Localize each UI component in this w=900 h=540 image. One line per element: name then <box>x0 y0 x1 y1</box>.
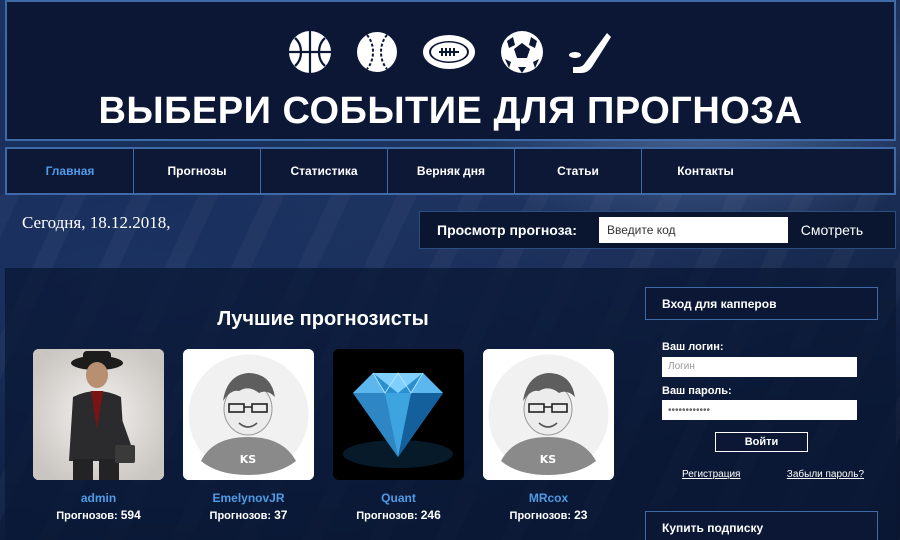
nav-item-predictions[interactable]: Прогнозы <box>134 149 261 193</box>
login-panel-title: Вход для капперов <box>645 287 878 320</box>
count-value: 246 <box>420 508 441 522</box>
login-input[interactable] <box>662 356 857 377</box>
baseball-icon <box>357 32 397 72</box>
forgot-password-link[interactable]: Забыли пароль? <box>787 469 864 480</box>
lookup-code-input[interactable] <box>599 217 788 243</box>
nav-item-home[interactable]: Главная <box>7 149 134 193</box>
nav-item-statistics[interactable]: Статистика <box>261 149 388 193</box>
login-form: Ваш логин: Ваш пароль: Войти <box>662 341 862 452</box>
site-title: ВЫБЕРИ СОБЫТИЕ ДЛЯ ПРОГНОЗА <box>98 90 803 132</box>
nav-item-sure-bet[interactable]: Верняк дня <box>388 149 515 193</box>
lookup-view-button[interactable]: Смотреть <box>788 212 876 248</box>
forecaster-card[interactable]: KS EmelynovJR Прогнозов: 37 <box>183 349 314 522</box>
today-date: Сегодня, 18.12.2018, <box>22 213 171 232</box>
forecaster-name[interactable]: MRcox <box>483 491 614 505</box>
login-button[interactable]: Войти <box>715 432 808 452</box>
sport-icons <box>287 24 613 80</box>
american-football-icon <box>423 35 475 69</box>
soccer-ball-icon <box>501 31 543 73</box>
avatar[interactable] <box>33 349 164 480</box>
site-header: ВЫБЕРИ СОБЫТИЕ ДЛЯ ПРОГНОЗА <box>5 0 896 141</box>
forecaster-name[interactable]: EmelynovJR <box>183 491 314 505</box>
count-value: 23 <box>574 508 588 522</box>
count-value: 594 <box>120 508 141 522</box>
prediction-lookup: Просмотр прогноза: Смотреть <box>419 211 896 249</box>
top-forecasters-list: admin Прогнозов: 594 KS EmelynovJR Прогн… <box>33 349 614 522</box>
forecaster-name[interactable]: admin <box>33 491 164 505</box>
avatar[interactable]: KS <box>483 349 614 480</box>
nav-item-contacts[interactable]: Контакты <box>642 149 769 193</box>
hockey-stick-icon <box>569 33 611 73</box>
main-panel: Лучшие прогнозисты admin Прогнозов: 594 … <box>5 268 896 540</box>
forecaster-card[interactable]: Quant Прогнозов: 246 <box>333 349 464 522</box>
forecaster-count: Прогнозов: 23 <box>483 508 614 522</box>
default-ks-avatar-icon: KS <box>183 349 314 480</box>
password-input[interactable] <box>662 400 857 420</box>
forecaster-count: Прогнозов: 246 <box>333 508 464 522</box>
forecaster-count: Прогнозов: 37 <box>183 508 314 522</box>
count-label: Прогнозов: <box>509 510 572 522</box>
forecaster-card[interactable]: KS MRcox Прогнозов: 23 <box>483 349 614 522</box>
top-forecasters-title: Лучшие прогнозисты <box>217 308 429 330</box>
count-value: 37 <box>274 508 288 522</box>
count-label: Прогнозов: <box>209 510 272 522</box>
count-label: Прогнозов: <box>56 510 118 522</box>
man-in-hat-avatar-icon <box>33 349 164 480</box>
forecaster-card[interactable]: admin Прогнозов: 594 <box>33 349 164 522</box>
basketball-icon <box>289 31 331 73</box>
login-label: Ваш логин: <box>662 341 724 353</box>
avatar[interactable] <box>333 349 464 480</box>
svg-text:KS: KS <box>240 453 257 466</box>
forecaster-name[interactable]: Quant <box>333 491 464 505</box>
nav-item-articles[interactable]: Статьи <box>515 149 642 193</box>
register-link[interactable]: Регистрация <box>682 469 740 480</box>
subscription-panel-title[interactable]: Купить подписку <box>645 511 878 540</box>
forecaster-count: Прогнозов: 594 <box>33 508 164 522</box>
lookup-label: Просмотр прогноза: <box>437 222 577 238</box>
count-label: Прогнозов: <box>356 510 418 522</box>
main-nav: Главная Прогнозы Статистика Верняк дня С… <box>5 147 896 195</box>
login-links: Регистрация Забыли пароль? <box>645 469 878 480</box>
default-ks-avatar-icon: KS <box>483 349 614 480</box>
diamond-avatar-icon <box>333 349 464 480</box>
svg-text:KS: KS <box>540 453 557 466</box>
password-label: Ваш пароль: <box>662 384 732 397</box>
avatar[interactable]: KS <box>183 349 314 480</box>
